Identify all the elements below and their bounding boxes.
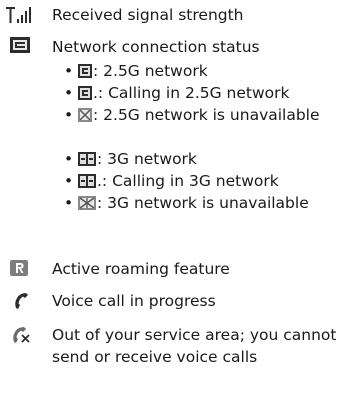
bullet: • <box>64 106 74 124</box>
network-item-label: : 2.5G network is unavailable <box>93 106 320 124</box>
network-item: • : 2.5G network is unavailable <box>64 104 334 128</box>
network-item-label: .: Calling in 3G network <box>97 172 279 190</box>
row-label: Voice call in progress <box>52 292 216 310</box>
2.5g-calling-icon <box>78 84 92 106</box>
network-item: • : 3G network is unavailable <box>64 192 334 216</box>
bullet: • <box>64 172 74 190</box>
row-label: Network connection status <box>52 38 260 56</box>
signal-strength-icon <box>6 6 31 24</box>
bullet: • <box>64 150 74 168</box>
row-label: Received signal strength <box>52 6 244 24</box>
row-label: Active roaming feature <box>52 260 230 278</box>
network-item-label: : 2.5G network <box>93 62 208 80</box>
3g-network-icon <box>78 150 96 172</box>
network-status-icon <box>10 37 34 55</box>
voice-call-icon <box>14 292 38 310</box>
bullet: • <box>64 194 74 212</box>
no-service-icon <box>12 326 36 344</box>
network-item: • : 3G network <box>64 148 197 172</box>
network-item-label: : 3G network <box>97 150 197 168</box>
network-item-label: : 3G network is unavailable <box>97 194 309 212</box>
3g-unavailable-icon <box>78 194 96 216</box>
bullet: • <box>64 84 74 102</box>
2.5g-unavailable-icon <box>78 106 92 128</box>
network-item: • .: Calling in 3G network <box>64 170 279 194</box>
roaming-icon <box>10 260 34 278</box>
network-item: • .: Calling in 2.5G network <box>64 82 290 106</box>
3g-calling-icon <box>78 172 96 194</box>
row-label: Out of your service area; you cannot sen… <box>52 326 337 366</box>
bullet: • <box>64 62 74 80</box>
2.5g-network-icon <box>78 62 92 84</box>
network-item: • : 2.5G network <box>64 60 208 84</box>
network-item-label: .: Calling in 2.5G network <box>93 84 290 102</box>
